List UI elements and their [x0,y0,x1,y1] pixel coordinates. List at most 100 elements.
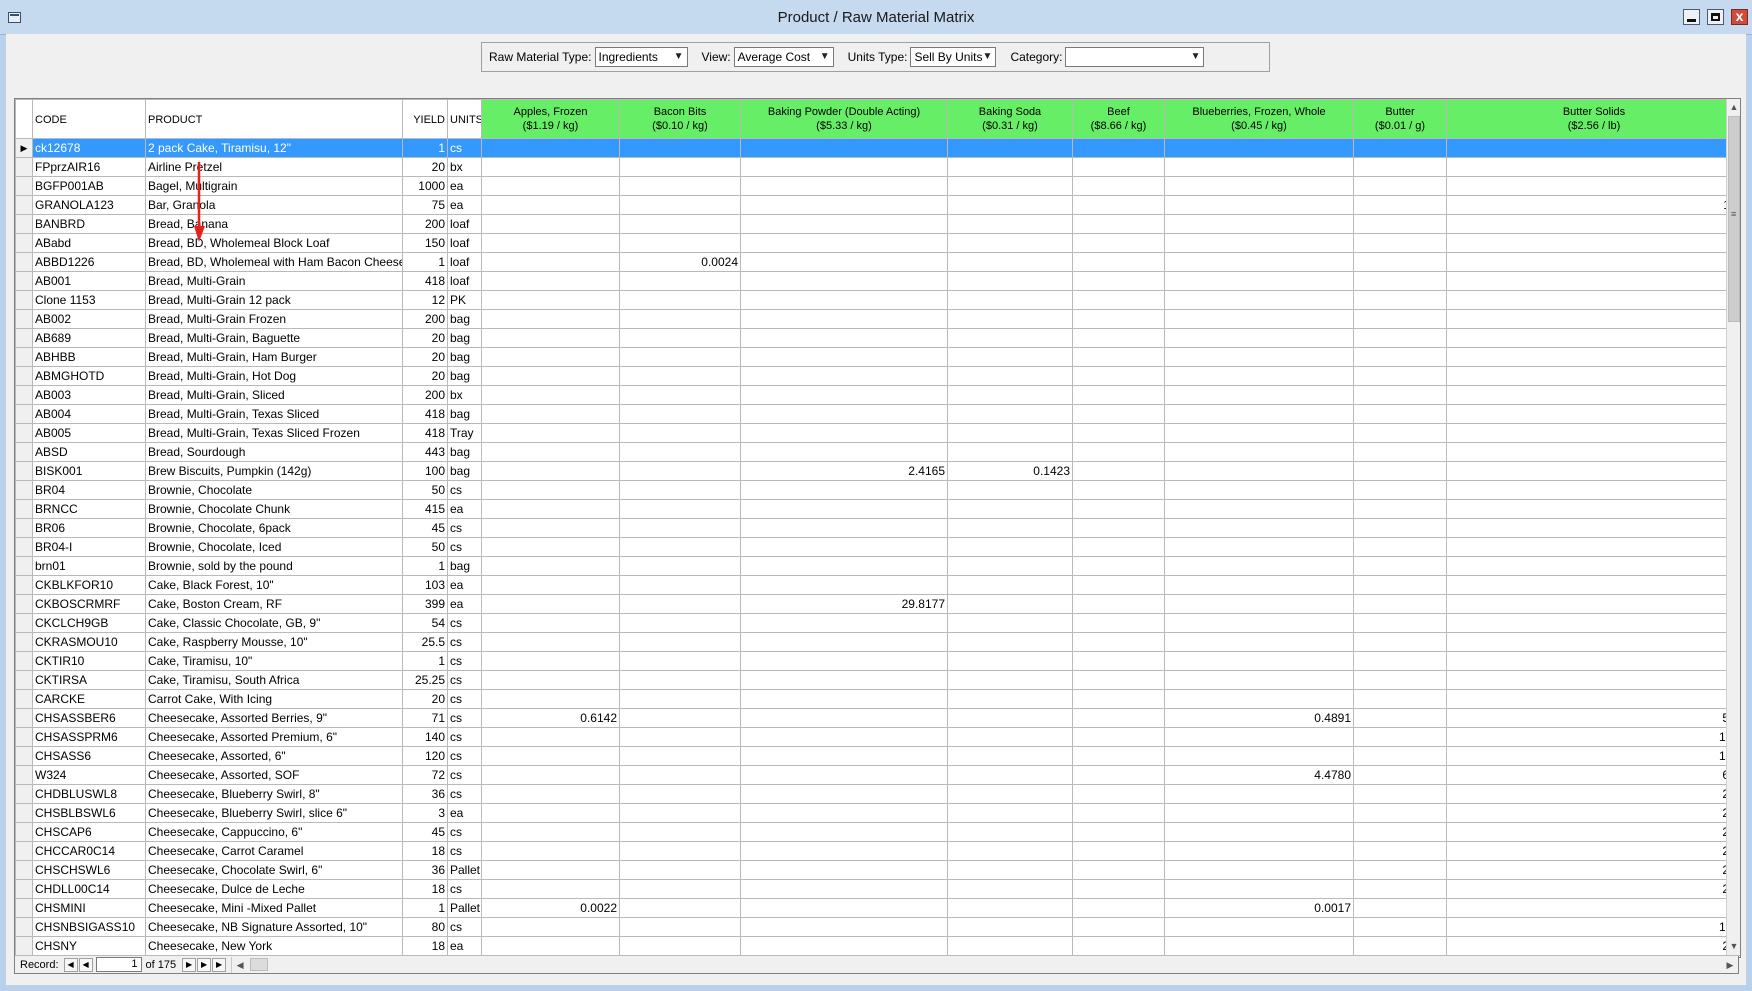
cell-material-value[interactable] [619,214,741,234]
row-selector[interactable] [15,689,33,709]
cell-material-value[interactable] [1164,176,1354,196]
table-row[interactable]: BANBRD Bread, Banana 200 loaf [15,214,1740,234]
table-row[interactable]: ABSD Bread, Sourdough 443 bag [15,442,1740,462]
cell-material-value[interactable] [1353,366,1447,386]
cell-material-value[interactable] [1072,328,1165,348]
minimize-button[interactable] [1683,9,1700,25]
row-selector[interactable] [15,366,33,386]
cell-material-value[interactable]: 26. [1446,784,1740,804]
cell-material-value[interactable] [1072,176,1165,196]
cell-material-value[interactable] [481,651,620,671]
row-selector[interactable] [15,727,33,747]
table-row[interactable]: AB005 Bread, Multi-Grain, Texas Sliced Fr… [15,423,1740,443]
row-selector[interactable] [15,347,33,367]
cell-material-value[interactable] [481,632,620,652]
cell-material-value[interactable] [481,518,620,538]
cell-material-value[interactable] [619,442,741,462]
cell-code[interactable]: CHSNY [32,936,146,956]
cell-product[interactable]: Brownie, Chocolate, 6pack [145,518,403,538]
next-record-button[interactable]: ▶ [182,957,197,972]
matrix-grid[interactable]: CODE PRODUCT YIELD UNITS Apples, Frozen (… [14,98,1741,958]
cell-material-value[interactable] [1446,252,1740,272]
cell-material-value[interactable] [740,860,948,880]
cell-code[interactable]: BR06 [32,518,146,538]
cell-material-value[interactable] [1353,632,1447,652]
cell-material-value[interactable] [947,423,1073,443]
cell-material-value[interactable] [1072,746,1165,766]
cell-code[interactable]: CHSNBSIGASS10 [32,917,146,937]
row-selector[interactable] [15,518,33,538]
cell-material-value[interactable] [1446,138,1740,158]
cell-material-value[interactable] [947,841,1073,861]
row-selector[interactable] [15,936,33,956]
cell-product[interactable]: Cheesecake, Dulce de Leche [145,879,403,899]
row-selector[interactable] [15,328,33,348]
table-row[interactable]: AB689 Bread, Multi-Grain, Baguette 20 bag [15,328,1740,348]
cell-units[interactable]: cs [447,822,482,842]
table-row[interactable]: CKTIR10 Cake, Tiramisu, 10" 1 cs [15,651,1740,671]
cell-material-value[interactable] [619,670,741,690]
cell-material-value[interactable] [740,518,948,538]
cell-material-value[interactable]: 0.6142 [481,708,620,728]
cell-material-value[interactable] [1164,575,1354,595]
cell-material-value[interactable]: 104 [1446,727,1740,747]
cell-yield[interactable]: 18 [402,879,448,899]
cell-material-value[interactable] [481,480,620,500]
cell-material-value[interactable] [1072,765,1165,785]
cell-material-value[interactable] [481,879,620,899]
cell-product[interactable]: Cheesecake, Blueberry Swirl, slice 6" [145,803,403,823]
cell-material-value[interactable] [1164,803,1354,823]
cell-material-value[interactable] [740,803,948,823]
cell-material-value[interactable] [481,461,620,481]
cell-material-value[interactable] [481,309,620,329]
cell-material-value[interactable] [619,537,741,557]
cell-material-value[interactable] [1353,765,1447,785]
cell-material-value[interactable] [1446,176,1740,196]
cell-code[interactable]: CKCLCH9GB [32,613,146,633]
cell-units[interactable]: cs [447,632,482,652]
cell-product[interactable]: Cheesecake, New York [145,936,403,956]
cell-material-value[interactable] [740,347,948,367]
row-selector[interactable] [15,898,33,918]
table-row[interactable]: ▶ ck12678 2 pack Cake, Tiramisu, 12" 1 cs [15,138,1740,158]
cell-material-value[interactable] [619,271,741,291]
cell-material-value[interactable] [481,423,620,443]
cell-material-value[interactable] [1353,233,1447,253]
cell-material-value[interactable] [481,936,620,956]
table-row[interactable]: BR06Brownie, Chocolate, 6pack45cs 0. [15,518,1740,538]
cell-units[interactable]: cs [447,784,482,804]
cell-material-value[interactable] [1353,328,1447,348]
cell-material-value[interactable] [1072,727,1165,747]
cell-material-value[interactable] [619,138,741,158]
cell-material-value[interactable] [947,537,1073,557]
cell-material-value[interactable] [740,822,948,842]
cell-material-value[interactable] [1164,309,1354,329]
cell-material-value[interactable] [481,746,620,766]
cell-material-value[interactable] [1164,537,1354,557]
cell-material-value[interactable] [1164,822,1354,842]
cell-material-value[interactable] [947,442,1073,462]
cell-material-value[interactable]: 26. [1446,822,1740,842]
table-row[interactable]: BRNCCBrownie, Chocolate Chunk415ea 1. [15,499,1740,519]
cell-material-value[interactable] [740,176,948,196]
cell-product[interactable]: Bread, Multi-Grain, Sliced [145,385,403,405]
cell-material-value[interactable] [481,917,620,937]
cell-product[interactable]: Cake, Tiramisu, South Africa [145,670,403,690]
scroll-down-icon[interactable]: ▼ [1727,938,1740,955]
cell-material-value[interactable] [947,860,1073,880]
cell-material-value[interactable] [947,271,1073,291]
cell-code[interactable]: AB004 [32,404,146,424]
table-row[interactable]: AB004 Bread, Multi-Grain, Texas Sliced 418… [15,404,1740,424]
cell-material-value[interactable] [1446,461,1740,481]
column-header-material[interactable]: Butter ($0.01 / g) [1353,99,1447,139]
table-row[interactable]: CHSCAP6Cheesecake, Cappuccino, 6"45cs 26. [15,822,1740,842]
cell-material-value[interactable] [1353,613,1447,633]
cell-material-value[interactable] [740,765,948,785]
cell-code[interactable]: BR04 [32,480,146,500]
cell-product[interactable]: Bread, Multi-Grain Frozen [145,309,403,329]
table-row[interactable]: CARCKE Carrot Cake, With Icing 20 cs [15,689,1740,709]
cell-yield[interactable]: 80 [402,917,448,937]
cell-material-value[interactable] [1164,632,1354,652]
cell-material-value[interactable] [619,784,741,804]
cell-yield[interactable]: 18 [402,936,448,956]
